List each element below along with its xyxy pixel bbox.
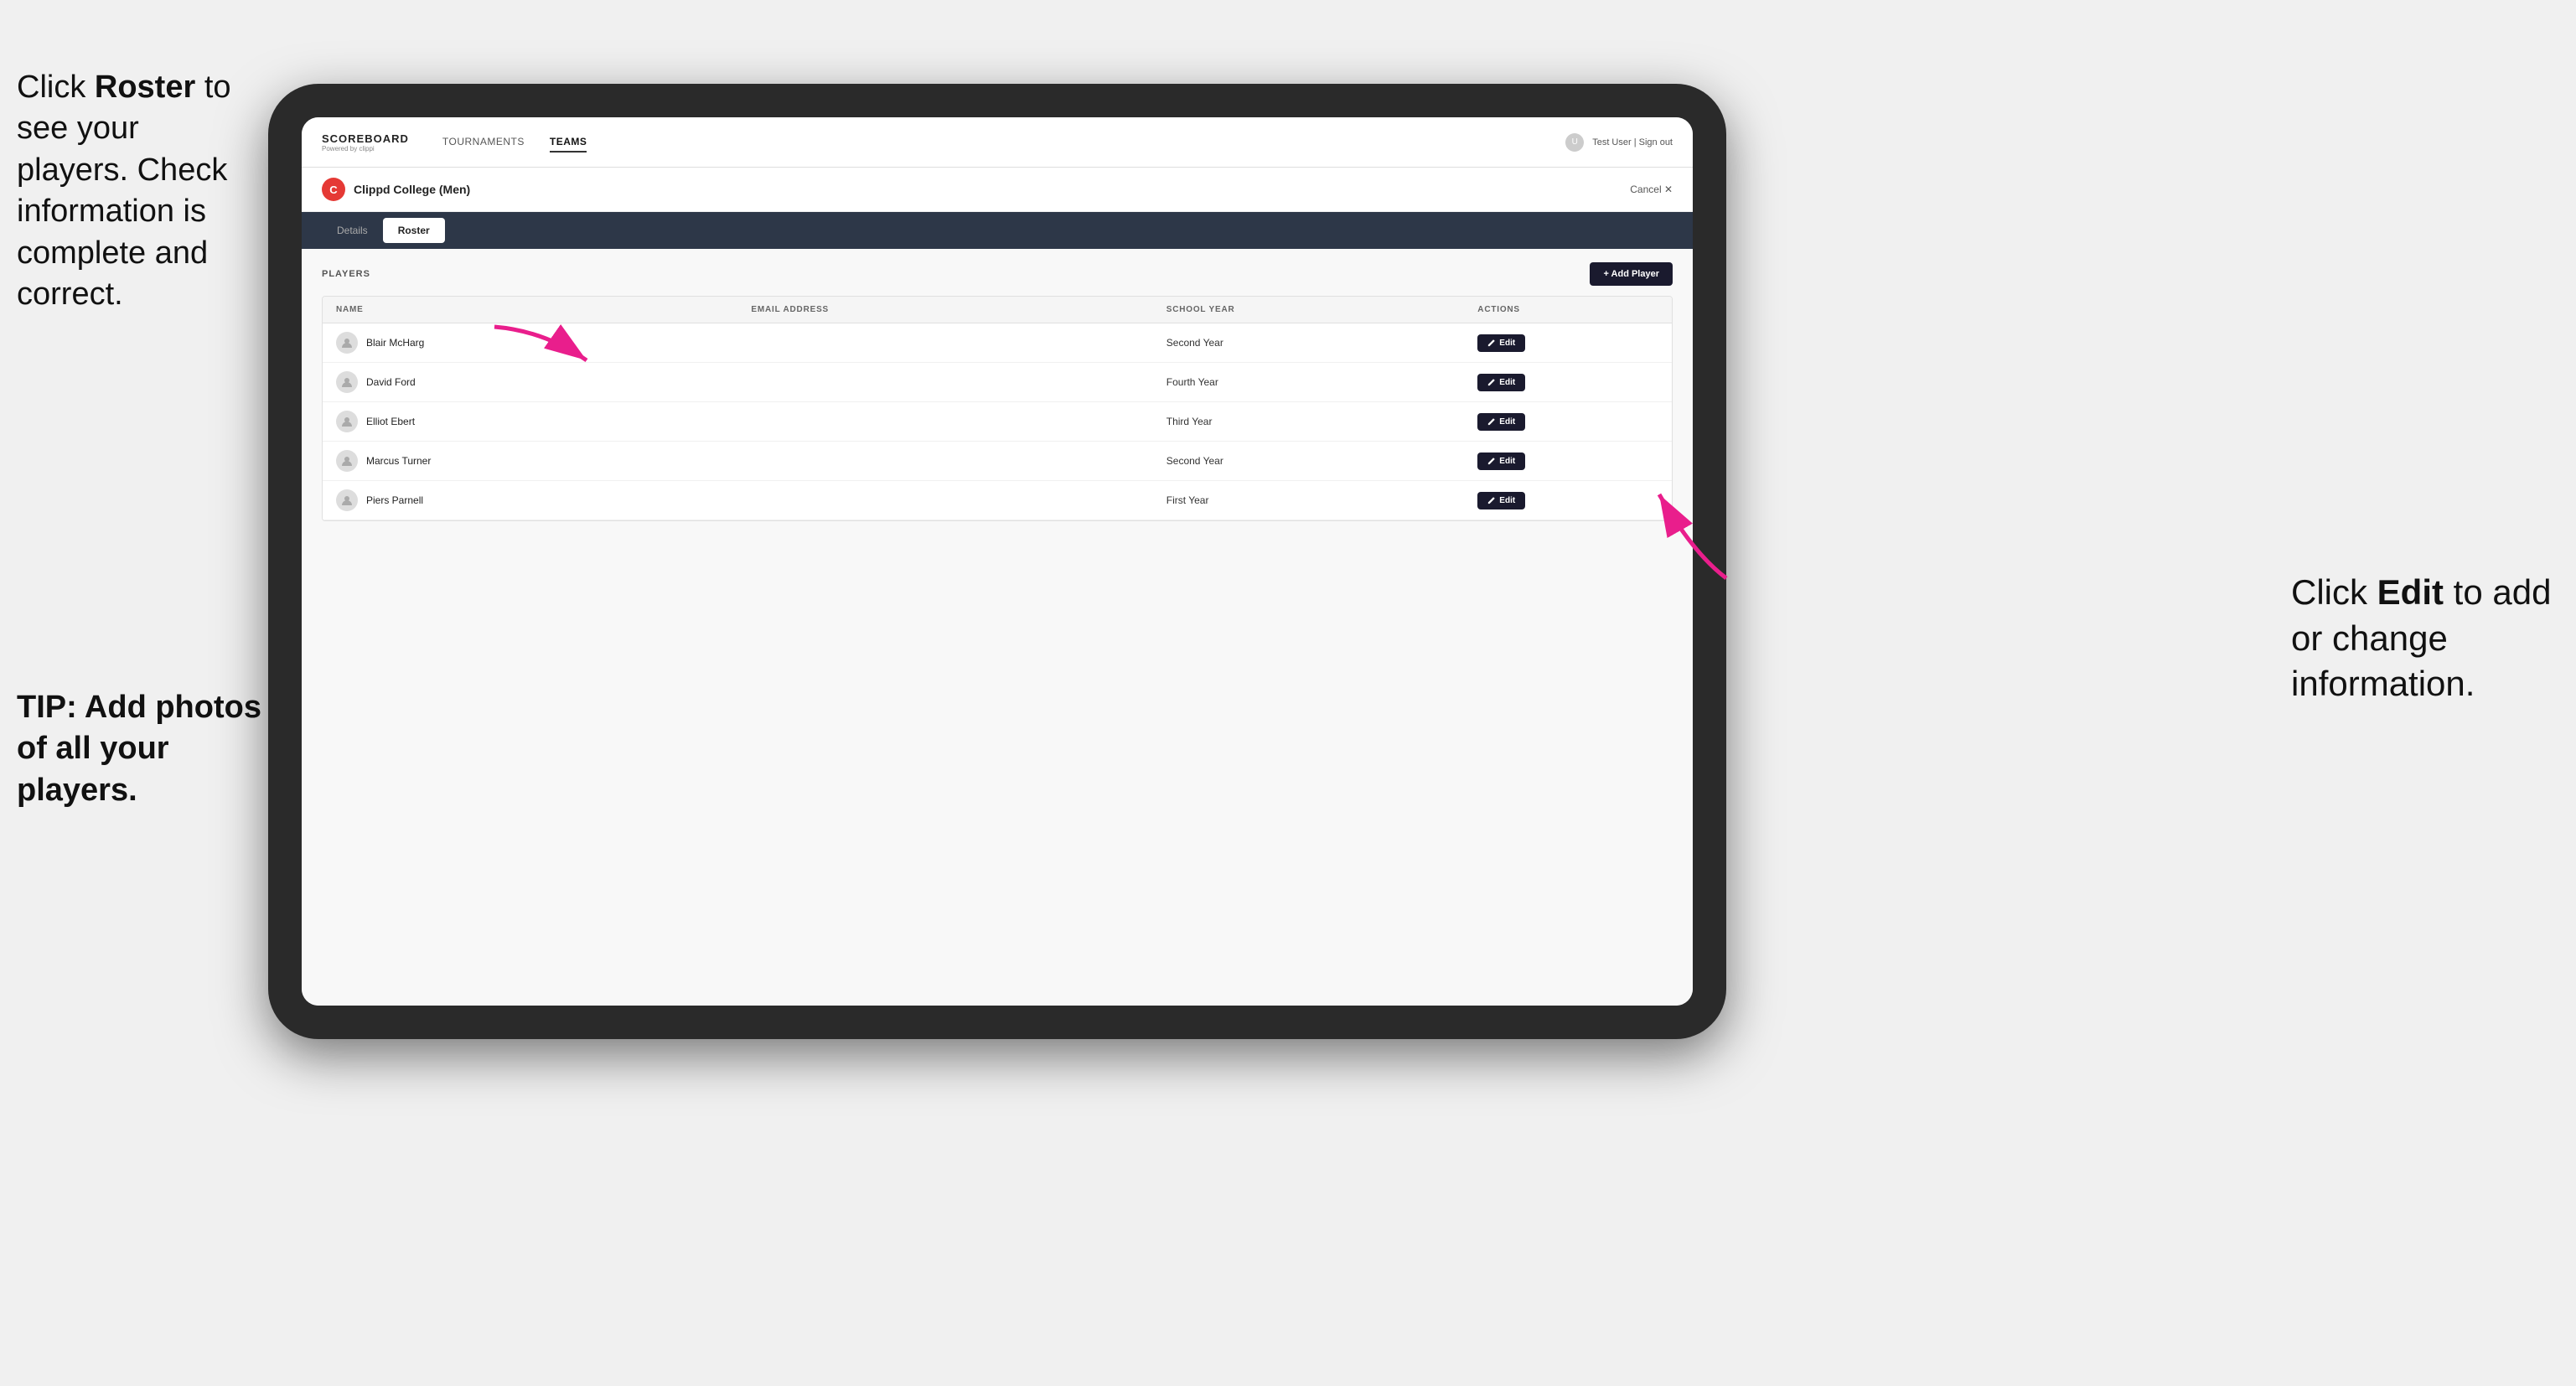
player-year: First Year xyxy=(1153,486,1465,515)
player-avatar xyxy=(336,411,358,432)
col-header-actions: ACTIONS xyxy=(1464,297,1672,323)
player-name: Blair McHarg xyxy=(366,337,424,349)
player-name-cell: Piers Parnell xyxy=(323,481,737,520)
actions-cell: Edit xyxy=(1464,485,1672,516)
right-instructions: Click Edit to add or change information. xyxy=(2291,570,2559,707)
player-avatar xyxy=(336,489,358,511)
edit-button-4[interactable]: Edit xyxy=(1477,492,1525,509)
actions-cell: Edit xyxy=(1464,406,1672,437)
edit-button-0[interactable]: Edit xyxy=(1477,334,1525,352)
navbar: SCOREBOARD Powered by clippi TOURNAMENTS… xyxy=(302,117,1693,168)
player-name: Marcus Turner xyxy=(366,455,431,467)
player-avatar xyxy=(336,371,358,393)
player-avatar xyxy=(336,450,358,472)
table-row: Piers Parnell First Year Edit xyxy=(323,481,1672,520)
edit-button-3[interactable]: Edit xyxy=(1477,453,1525,470)
player-year: Second Year xyxy=(1153,447,1465,475)
player-email xyxy=(737,413,1152,430)
actions-cell: Edit xyxy=(1464,367,1672,398)
user-avatar-icon: U xyxy=(1565,133,1584,152)
add-player-button[interactable]: + Add Player xyxy=(1590,262,1673,286)
tabs-bar: Details Roster xyxy=(302,212,1693,249)
player-name-cell: David Ford xyxy=(323,363,737,401)
team-logo: C xyxy=(322,178,345,201)
table-row: David Ford Fourth Year Edit xyxy=(323,363,1672,402)
player-year: Second Year xyxy=(1153,328,1465,357)
left-instructions: Click Roster to see your players. Check … xyxy=(17,67,251,315)
table-row: Marcus Turner Second Year Edit xyxy=(323,442,1672,481)
player-email xyxy=(737,453,1152,469)
player-name: Elliot Ebert xyxy=(366,416,415,427)
table-row: Elliot Ebert Third Year Edit xyxy=(323,402,1672,442)
player-avatar xyxy=(336,332,358,354)
tab-details[interactable]: Details xyxy=(322,218,383,243)
col-header-name: NAME xyxy=(323,297,737,323)
cancel-button[interactable]: Cancel ✕ xyxy=(1630,184,1673,195)
players-section: PLAYERS + Add Player NAME EMAIL ADDRESS … xyxy=(302,249,1693,535)
player-email xyxy=(737,374,1152,390)
players-label: PLAYERS xyxy=(322,269,1590,279)
table-header: NAME EMAIL ADDRESS SCHOOL YEAR ACTIONS xyxy=(323,297,1672,323)
players-table: NAME EMAIL ADDRESS SCHOOL YEAR ACTIONS B… xyxy=(322,296,1673,521)
player-name-cell: Elliot Ebert xyxy=(323,402,737,441)
player-year: Third Year xyxy=(1153,407,1465,436)
player-name-cell: Marcus Turner xyxy=(323,442,737,480)
player-name: David Ford xyxy=(366,376,416,388)
tablet-device: SCOREBOARD Powered by clippi TOURNAMENTS… xyxy=(268,84,1726,1039)
edit-button-2[interactable]: Edit xyxy=(1477,413,1525,431)
user-info: Test User | Sign out xyxy=(1592,137,1673,147)
edit-button-1[interactable]: Edit xyxy=(1477,374,1525,391)
player-name-cell: Blair McHarg xyxy=(323,323,737,362)
col-header-email: EMAIL ADDRESS xyxy=(737,297,1152,323)
actions-cell: Edit xyxy=(1464,446,1672,477)
tab-roster[interactable]: Roster xyxy=(383,218,445,243)
tip-text: TIP: Add photos of all your players. xyxy=(17,687,268,811)
player-email xyxy=(737,492,1152,509)
logo-text: SCOREBOARD xyxy=(322,132,409,145)
player-email xyxy=(737,334,1152,351)
players-header: PLAYERS + Add Player xyxy=(322,262,1673,286)
nav-teams[interactable]: TEAMS xyxy=(550,132,587,153)
nav-links: TOURNAMENTS TEAMS xyxy=(442,132,1565,153)
team-name: Clippd College (Men) xyxy=(354,183,1630,196)
team-header: C Clippd College (Men) Cancel ✕ xyxy=(302,168,1693,212)
col-header-year: SCHOOL YEAR xyxy=(1153,297,1465,323)
player-name: Piers Parnell xyxy=(366,494,423,506)
logo-sub: Powered by clippi xyxy=(322,145,409,153)
logo-area: SCOREBOARD Powered by clippi xyxy=(322,132,409,153)
content-area: PLAYERS + Add Player NAME EMAIL ADDRESS … xyxy=(302,249,1693,1006)
player-year: Fourth Year xyxy=(1153,368,1465,396)
nav-tournaments[interactable]: TOURNAMENTS xyxy=(442,132,525,153)
table-row: Blair McHarg Second Year Edit xyxy=(323,323,1672,363)
tablet-screen: SCOREBOARD Powered by clippi TOURNAMENTS… xyxy=(302,117,1693,1006)
actions-cell: Edit xyxy=(1464,328,1672,359)
nav-right: U Test User | Sign out xyxy=(1565,133,1673,152)
